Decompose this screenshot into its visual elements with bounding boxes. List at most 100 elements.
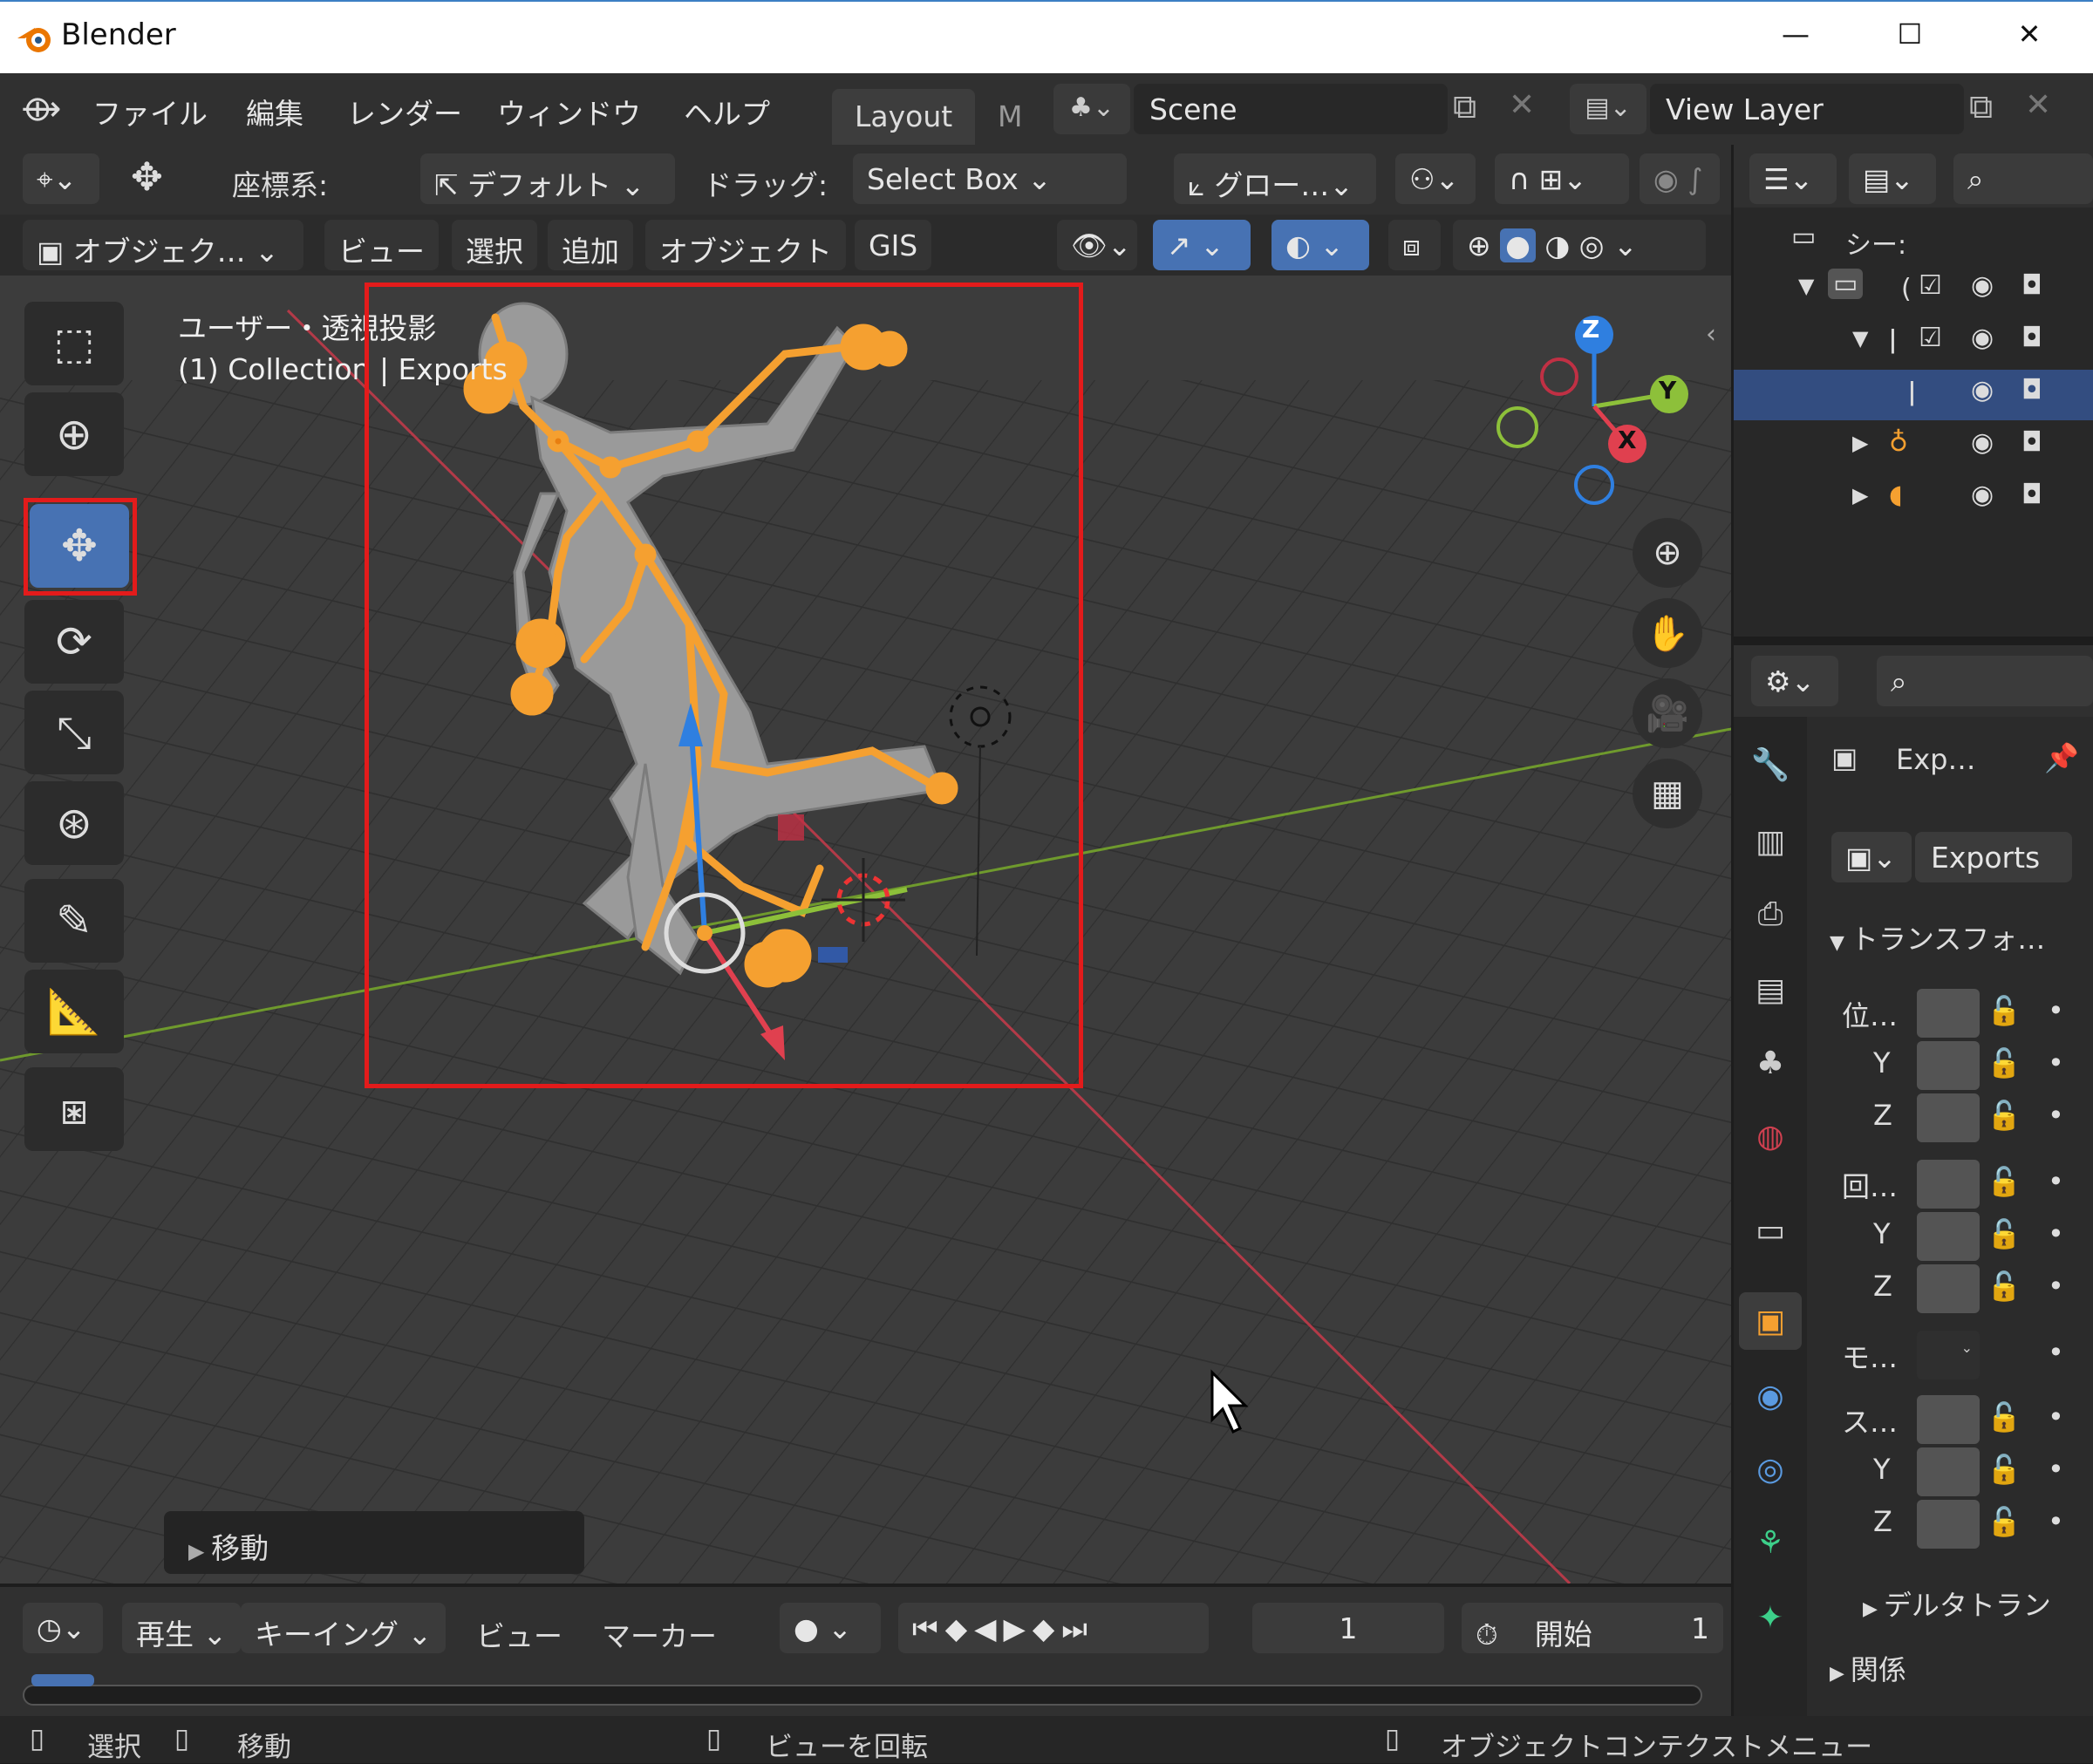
jump-end-icon[interactable]: ⏭ [1061,1611,1094,1645]
data-type-icon[interactable]: ▣⌄ [1831,832,1912,882]
lock-icon[interactable]: 🔓 [1987,1165,2021,1198]
ortho-grid-icon[interactable]: ▦ [1633,759,1702,828]
include-checkbox-icon[interactable]: ☑ [1919,323,1942,353]
menu-edit[interactable]: 編集 [234,85,316,138]
expand-arrow-icon[interactable]: ▼ [1798,274,1814,298]
location-y-field[interactable] [1917,1041,1980,1090]
scale-z-field[interactable] [1917,1500,1980,1549]
menu-object[interactable]: オブジェクト [645,220,846,270]
keyframe-dot-icon[interactable]: • [2048,1400,2064,1434]
properties-editor-icon[interactable]: ⚙⌄ [1751,656,1838,706]
render-camera-icon[interactable]: ◘ [2021,480,2042,510]
view-layer-selector-icon[interactable]: ▤⌄ [1570,84,1646,134]
rendered-shading-icon[interactable]: ◎ [1579,228,1605,262]
render-camera-icon[interactable]: ◘ [2021,323,2042,353]
gizmo-toggle-icon[interactable]: ↗ ⌄ [1153,220,1251,270]
outliner-row-armature[interactable]: ▼ ǀ ☑ ◉ ◘ [1734,317,2093,368]
menu-timeline-view[interactable]: ビュー [476,1613,562,1655]
snap-target-icon[interactable]: ⚇⌄ [1395,153,1476,204]
outliner-row-scene-collection[interactable]: ▭ シー: [1734,215,2093,265]
sidebar-toggle-icon[interactable]: ‹ [1706,319,1716,350]
lock-icon[interactable]: 🔓 [1987,1046,2021,1080]
transform-tool-icon[interactable]: ⊛ [24,781,124,865]
menu-add[interactable]: 追加 [548,220,633,270]
menu-select[interactable]: 選択 [452,220,537,270]
location-z-field[interactable] [1917,1093,1980,1142]
lock-icon[interactable]: 🔓 [1987,1453,2021,1486]
proportional-edit-icon[interactable]: ◉ ∫ [1640,153,1720,204]
snap-toggle-icon[interactable]: ∩ ⊞⌄ [1495,153,1629,204]
overlay-toggle-icon[interactable]: ◐ ⌄ [1271,220,1369,270]
zoom-icon[interactable]: ⊕ [1633,518,1702,588]
delete-scene-icon[interactable]: ✕ [1509,87,1535,123]
output-tab-icon[interactable]: ⎙ [1739,886,1802,943]
gizmo-z-label[interactable]: Z [1582,315,1599,344]
eye-visibility-icon[interactable]: ◉ [1971,480,1994,510]
delete-view-layer-icon[interactable]: ✕ [2025,87,2051,123]
maximize-button[interactable]: ☐ [1879,17,1940,51]
close-window-button[interactable]: ✕ [1999,17,2060,51]
editor-type-icon[interactable]: ◷⌄ [23,1603,103,1653]
solid-shading-icon[interactable]: ● [1500,228,1536,262]
render-camera-icon[interactable]: ◘ [2021,375,2042,405]
new-view-layer-icon[interactable]: ⧉ [1969,87,1993,126]
eye-visibility-icon[interactable]: ◉ [1971,375,1994,405]
lock-icon[interactable]: 🔓 [1987,994,2021,1027]
collapse-arrow-icon[interactable]: ▶ [1852,483,1868,507]
play-icon[interactable]: ▶ [1003,1611,1032,1645]
modifier-tab-icon[interactable]: ◉ [1739,1367,1802,1425]
jump-start-icon[interactable]: ⏮ [912,1611,945,1645]
scene-name-field[interactable]: Scene [1134,84,1448,134]
keyframe-dot-icon[interactable]: • [2048,1217,2064,1250]
scale-x-field[interactable] [1917,1395,1980,1444]
keyframe-dot-icon[interactable]: • [2048,1165,2064,1198]
rotation-z-field[interactable] [1917,1264,1980,1313]
eye-visibility-icon[interactable]: ◉ [1971,270,1994,301]
workspace-tab-layout[interactable]: Layout [832,89,976,145]
pin-icon[interactable]: 📌 [2044,741,2079,774]
scene-selector-icon[interactable]: ♣⌄ [1053,84,1130,134]
wireframe-shading-icon[interactable]: ⊕ [1467,228,1491,262]
pivot-dropdown[interactable]: ⟀ グロー…⌄ [1174,153,1376,204]
transform-panel-header[interactable]: ▼ トランスフォ… [1830,917,2045,957]
add-cube-tool-icon[interactable]: ⧆ [24,1067,124,1151]
last-operator-panel[interactable]: ▶ 移動 [164,1511,584,1574]
menu-keying[interactable]: キーイング ⌄ [241,1603,447,1653]
select-box-tool-icon[interactable]: ⬚ [24,302,124,385]
collection-tab-icon[interactable]: ▭ [1739,1202,1802,1259]
keyframe-dot-icon[interactable]: • [2048,1099,2064,1132]
menu-window[interactable]: ウィンドウ [485,85,653,138]
rotation-x-field[interactable] [1917,1160,1980,1209]
outliner-row-light[interactable]: ▶ ◖ ◉ ◘ [1734,474,2093,525]
menu-marker[interactable]: マーカー [602,1613,717,1655]
measure-tool-icon[interactable]: 📐 [24,970,124,1053]
play-reverse-icon[interactable]: ◀ [974,1611,1003,1645]
view-layer-tab-icon[interactable]: ▤ [1739,961,1802,1018]
menu-playback[interactable]: 再生 ⌄ [122,1603,242,1653]
minimize-button[interactable]: — [1765,17,1826,51]
timeline-scrollbar[interactable] [23,1685,1702,1706]
include-checkbox-icon[interactable]: ☑ [1919,270,1942,301]
menu-view[interactable]: ビュー [324,220,439,270]
menu-gis[interactable]: GIS [855,220,932,270]
outliner-editor-icon[interactable]: ☰⌄ [1749,153,1837,204]
constraint-tab-icon[interactable]: ⚘ [1739,1514,1802,1571]
lock-icon[interactable]: 🔓 [1987,1400,2021,1434]
prev-keyframe-icon[interactable]: ◆ [945,1611,974,1645]
eye-visibility-icon[interactable]: ◉ [1971,323,1994,353]
properties-search-icon[interactable]: ⌕ [1877,656,2093,706]
workspace-tab-modeling[interactable]: M [998,99,1022,133]
tool-tab-icon[interactable]: 🔧 [1739,736,1802,793]
delta-transform-header[interactable]: ▶ デルタトラン [1863,1584,2051,1624]
relations-header[interactable]: ▶ 関係 [1830,1648,1906,1688]
keyframe-dot-icon[interactable]: • [2048,1270,2064,1303]
outliner-row-selected[interactable]: ǀ ◉ ◘ [1734,370,2093,420]
expand-arrow-icon[interactable]: ▼ [1852,326,1868,351]
location-x-field[interactable] [1917,989,1980,1038]
render-tab-icon[interactable]: ▥ [1739,813,1802,870]
physics-tab-icon[interactable]: ◎ [1739,1440,1802,1498]
menu-help[interactable]: ヘルプ [672,85,782,138]
camera-view-icon[interactable]: 🎥 [1633,678,1702,748]
annotate-tool-icon[interactable]: ✎ [24,879,124,963]
drag-dropdown[interactable]: Select Box ⌄ [853,153,1127,204]
